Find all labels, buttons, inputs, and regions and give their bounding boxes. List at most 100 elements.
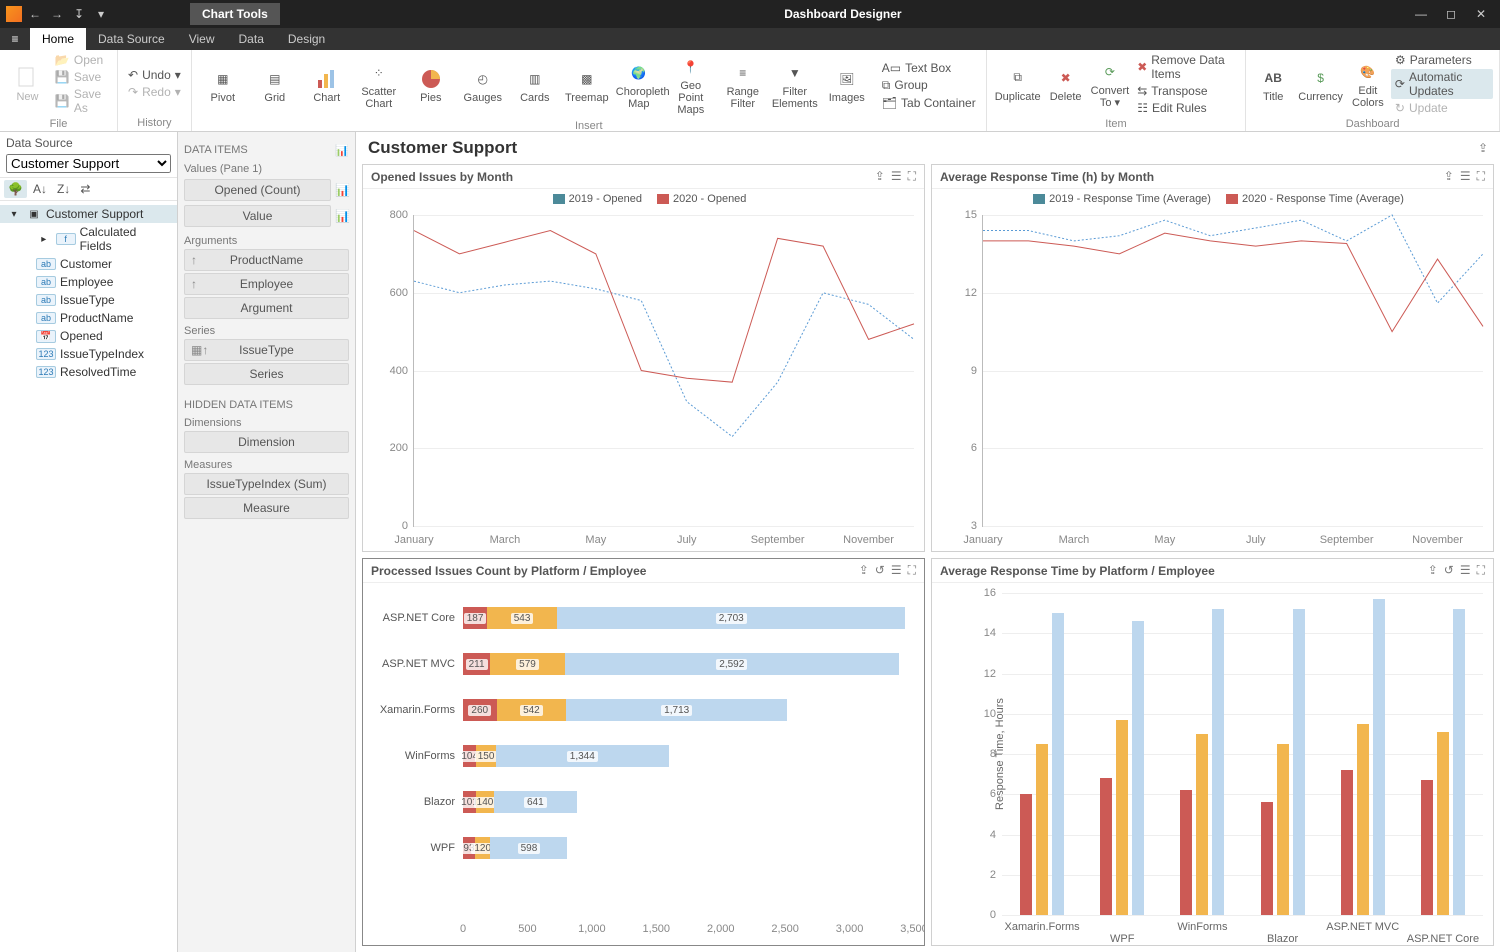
pill-value[interactable]: Value [184,205,331,227]
insert-treemap[interactable]: ▩Treemap [562,64,612,106]
refresh-icon[interactable]: ⇄ [76,180,94,198]
menu-home[interactable]: Home [30,28,86,50]
chart-opened-issues[interactable]: Opened Issues by Month 2019 - Opened 202… [362,164,925,552]
tree-item[interactable]: abEmployee [0,273,177,291]
convert-button[interactable]: ⟳Convert To ▾ [1089,57,1132,111]
options-icon[interactable] [1460,169,1471,184]
tree-item[interactable]: ▸fCalculated Fields [0,223,177,255]
edit-rules-button[interactable]: ☷Edit Rules [1133,100,1239,116]
tree-item[interactable]: 123ResolvedTime [0,363,177,381]
window-minimize-icon[interactable]: — [1406,7,1436,21]
insert-pies[interactable]: Pies [406,64,456,106]
delete-button[interactable]: ✖Delete [1045,63,1087,105]
insert-pivot[interactable]: ▦Pivot [198,64,248,106]
insert-group[interactable]: ⧉Group [878,77,980,94]
revert-icon[interactable] [1444,563,1454,578]
menu-design[interactable]: Design [276,28,337,50]
chart-avg-response-platform[interactable]: Average Response Time by Platform / Empl… [931,558,1494,946]
options-icon[interactable] [891,169,902,184]
file-menu-icon[interactable]: ≡ [0,28,30,50]
options-icon[interactable] [1460,563,1471,578]
window-close-icon[interactable]: ✕ [1466,7,1496,21]
sort-tree-icon[interactable]: 🌳 [4,180,27,198]
undo-button[interactable]: ↶Undo▾ [124,67,185,83]
insert-rangefilter[interactable]: ≡Range Filter [718,58,768,112]
bar-icon[interactable]: 📊 [335,209,349,223]
insert-choropleth[interactable]: 🌍Choropleth Map [614,58,664,112]
chart-processed-issues[interactable]: Processed Issues Count by Platform / Emp… [362,558,925,946]
pill-issue-type[interactable]: ▦↑IssueType [184,339,349,361]
pill-argument[interactable]: Argument [184,297,349,319]
sort-za-icon[interactable]: Z↓ [53,180,74,198]
export-icon[interactable] [1478,141,1488,155]
tree-item[interactable]: abIssueType [0,291,177,309]
data-source-select[interactable]: Customer Support [6,154,171,173]
maximize-icon[interactable] [908,169,916,184]
export-icon[interactable] [1444,169,1454,184]
insert-geopoint[interactable]: 📍Geo Point Maps [666,52,716,118]
insert-cards[interactable]: ▥Cards [510,64,560,106]
maximize-icon[interactable] [908,563,916,578]
qat-more-icon[interactable]: ▾ [92,7,110,21]
legend: 2019 - Response Time (Average) 2020 - Re… [932,189,1493,209]
menu-view[interactable]: View [177,28,227,50]
insert-textbox[interactable]: A▭Text Box [878,60,980,76]
scatter-icon: ⁘ [356,60,402,86]
insert-images[interactable]: 🖼Images [822,64,872,106]
pill-opened-count[interactable]: Opened (Count) [184,179,331,201]
sort-az-icon[interactable]: A↓ [29,180,51,198]
currency-button[interactable]: $Currency [1296,63,1345,105]
new-button[interactable]: New [6,63,49,105]
maximize-icon[interactable] [1477,563,1485,578]
auto-updates-button[interactable]: ⟳Automatic Updates [1391,69,1493,99]
duplicate-icon: ⧉ [995,65,1041,91]
insert-grid[interactable]: ▤Grid [250,64,300,106]
pill-itx-sum[interactable]: IssueTypeIndex (Sum) [184,473,349,495]
qat-down-icon[interactable]: ↧ [70,7,88,21]
chart-avg-response-month[interactable]: Average Response Time (h) by Month 2019 … [931,164,1494,552]
options-icon[interactable] [891,563,902,578]
menu-data[interactable]: Data [227,28,276,50]
pill-employee[interactable]: ↑Employee [184,273,349,295]
pill-dimension[interactable]: Dimension [184,431,349,453]
pill-series[interactable]: Series [184,363,349,385]
parameters-button[interactable]: ⚙Parameters [1391,52,1493,68]
redo-button[interactable]: ↷Redo▾ [124,84,185,100]
insert-filter[interactable]: ▼Filter Elements [770,58,820,112]
edit-colors-button[interactable]: 🎨Edit Colors [1347,57,1389,111]
data-source-panel: Data Source Customer Support 🌳 A↓ Z↓ ⇄ ▾… [0,132,178,952]
transpose-button[interactable]: ⇆Transpose [1133,83,1239,99]
pill-product[interactable]: ↑ProductName [184,249,349,271]
open-button[interactable]: 📂Open [51,52,111,68]
tree-item[interactable]: abCustomer [0,255,177,273]
remove-data-button[interactable]: ✖Remove Data Items [1133,52,1239,82]
tree-root[interactable]: ▾▣Customer Support [0,205,177,223]
export-icon[interactable] [859,563,869,578]
menu-datasource[interactable]: Data Source [86,28,177,50]
window-restore-icon[interactable]: ◻ [1436,7,1466,21]
qat-back-icon[interactable]: ← [26,7,44,21]
update-button[interactable]: ↻Update [1391,100,1493,116]
duplicate-button[interactable]: ⧉Duplicate [993,63,1043,105]
params-icon: ⚙ [1395,53,1406,67]
insert-tab-container[interactable]: 🗂Tab Container [878,95,980,111]
auto-icon: ⟳ [1395,77,1405,91]
export-icon[interactable] [1428,563,1438,578]
maximize-icon[interactable] [1477,169,1485,184]
tree-item[interactable]: 123IssueTypeIndex [0,345,177,363]
insert-scatter[interactable]: ⁘Scatter Chart [354,58,404,112]
qat-forward-icon[interactable]: → [48,7,66,21]
save-button[interactable]: 💾Save [51,69,111,85]
title-button[interactable]: ABTitle [1252,63,1294,105]
insert-gauges[interactable]: ◴Gauges [458,64,508,106]
tree-item[interactable]: abProductName [0,309,177,327]
pill-measure[interactable]: Measure [184,497,349,519]
bar-icon[interactable]: 📊 [335,183,349,197]
export-icon[interactable] [875,169,885,184]
saveas-button[interactable]: 💾Save As [51,86,111,116]
tree-item[interactable]: 📅Opened [0,327,177,345]
insert-chart[interactable]: Chart [302,64,352,106]
revert-icon[interactable] [875,563,885,578]
pivot-icon: ▦ [200,66,246,92]
ab-field-icon: ab [36,258,56,270]
